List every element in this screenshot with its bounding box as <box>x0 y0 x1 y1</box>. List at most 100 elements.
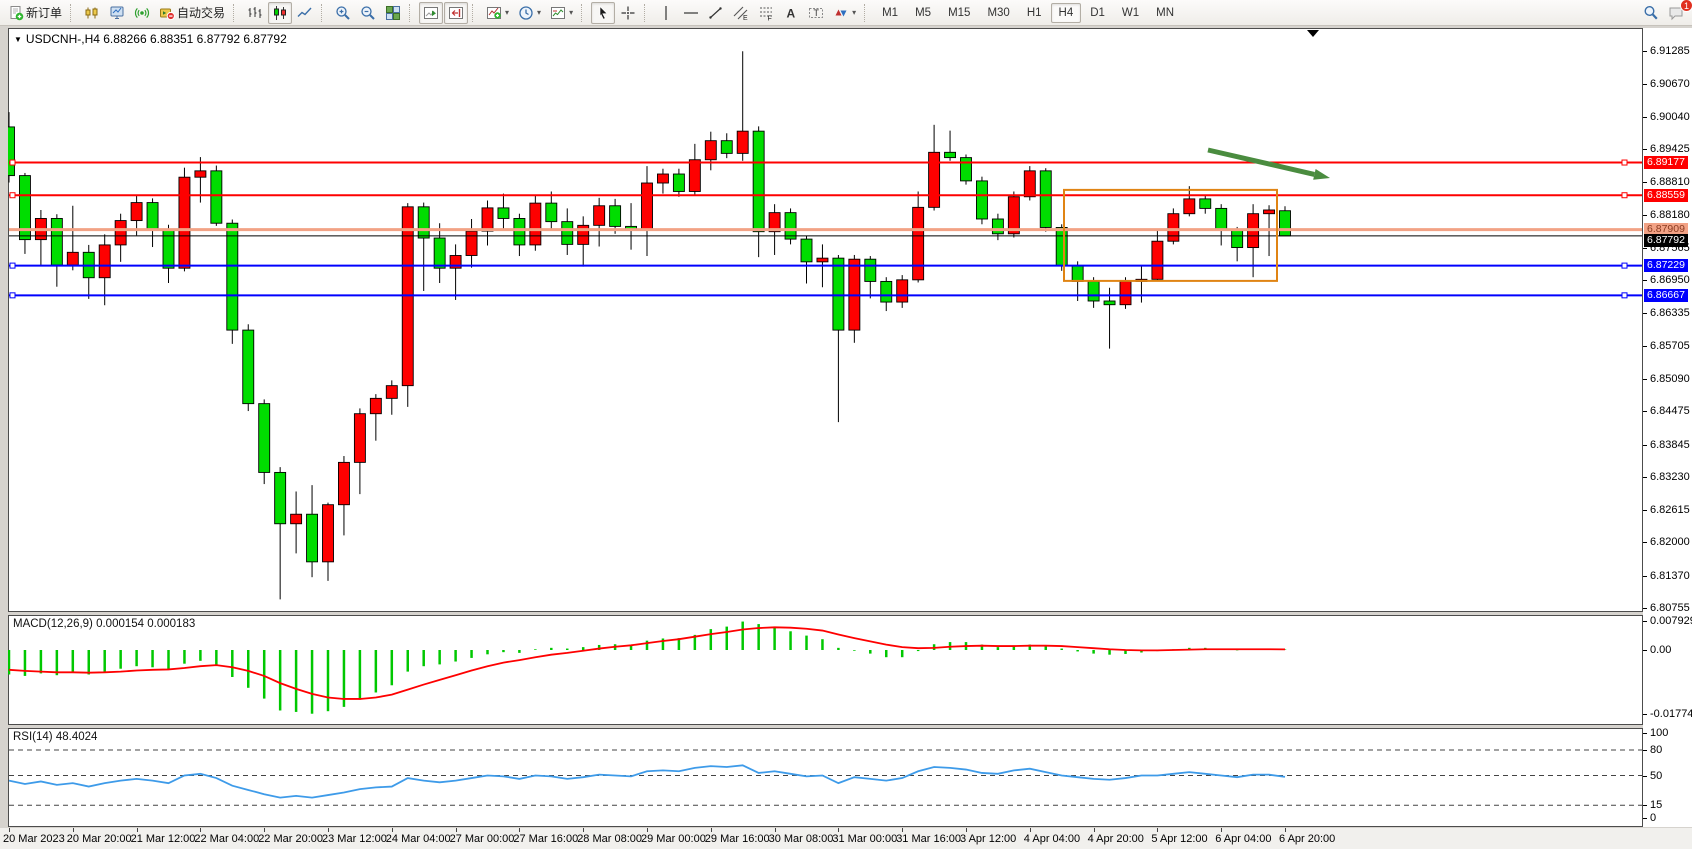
line-handle[interactable] <box>10 293 15 298</box>
timeframe-m15-button[interactable]: M15 <box>940 3 978 23</box>
line-handle[interactable] <box>1622 160 1627 165</box>
auto-scroll-button[interactable] <box>419 2 443 24</box>
price-tick-label: 6.83230 <box>1650 471 1690 483</box>
market-watch-button[interactable] <box>105 2 129 24</box>
templates-icon <box>550 5 566 21</box>
axis-tick <box>1643 248 1647 249</box>
price-tick-label: 6.90040 <box>1650 111 1690 123</box>
bar-chart-button[interactable] <box>243 2 267 24</box>
horizontal-line-button[interactable] <box>679 2 703 24</box>
macd-panel-plot[interactable] <box>8 615 1643 725</box>
chart-shift-button[interactable] <box>444 2 468 24</box>
time-axis-tick <box>1285 828 1286 832</box>
macd-label: MACD(12,26,9) 0.000154 0.000183 <box>13 618 195 630</box>
cursor-button[interactable] <box>591 2 615 24</box>
rsi-panel-plot[interactable] <box>8 728 1643 827</box>
svg-text:A: A <box>787 6 796 20</box>
search-button[interactable] <box>1639 2 1663 24</box>
price-tick-label: 6.86950 <box>1650 274 1690 286</box>
trendline-icon <box>708 5 724 21</box>
vertical-line-button[interactable] <box>654 2 678 24</box>
new-order-button[interactable]: 新订单 <box>4 2 66 24</box>
price-tick-label: 6.82615 <box>1650 504 1690 516</box>
line-handle[interactable] <box>10 193 15 198</box>
time-axis-tick <box>392 828 393 832</box>
signals-icon <box>134 5 150 21</box>
time-tick-label: 22 Mar 20:00 <box>258 833 323 845</box>
trading-terminal: 新订单自动交易▾▾▾EFAT▾M1M5M15M30H1H4D1W1MN1 ▼US… <box>0 0 1692 849</box>
cursor-icon <box>595 5 611 21</box>
axis-tick <box>1643 510 1647 511</box>
ticks-button[interactable] <box>80 2 104 24</box>
vline-icon <box>658 5 674 21</box>
time-tick-label: 27 Mar 00:00 <box>450 833 515 845</box>
indicators-icon <box>486 5 502 21</box>
price-axis[interactable]: 6.912856.906706.900406.894256.888106.881… <box>1643 28 1692 827</box>
chart-title-text: USDCNH-,H4 6.88266 6.88351 6.87792 6.877… <box>26 32 287 46</box>
periods-button[interactable]: ▾ <box>514 2 545 24</box>
signals-button[interactable] <box>130 2 154 24</box>
candlestick <box>1056 224 1067 271</box>
timeframe-m30-button[interactable]: M30 <box>979 3 1017 23</box>
axis-tick <box>1643 576 1647 577</box>
time-axis-tick <box>137 828 138 832</box>
fibonacci-button[interactable]: F <box>754 2 778 24</box>
chart-title-collapse-icon[interactable]: ▼ <box>14 35 22 44</box>
line-handle[interactable] <box>10 263 15 268</box>
timeframe-h1-button[interactable]: H1 <box>1019 3 1050 23</box>
time-tick-label: 5 Apr 12:00 <box>1151 833 1207 845</box>
trendline-button[interactable] <box>704 2 728 24</box>
rsi-value: 48.4024 <box>56 731 98 743</box>
axis-tick <box>1643 280 1647 281</box>
text-label-button[interactable]: T <box>804 2 828 24</box>
candlestick <box>976 177 987 225</box>
line-handle[interactable] <box>1622 193 1627 198</box>
price-tick-label: 6.83845 <box>1650 439 1690 451</box>
zoom-out-icon <box>360 5 376 21</box>
line-handle[interactable] <box>1622 263 1627 268</box>
price-line-label: 6.88559 <box>1644 189 1688 202</box>
macd-tick-label: -0.017743 <box>1650 708 1692 720</box>
time-tick-label: 28 Mar 08:00 <box>577 833 642 845</box>
timeframe-m1-button[interactable]: M1 <box>874 3 906 23</box>
arrows-button[interactable]: ▾ <box>829 2 860 24</box>
zoom-in-icon <box>335 5 351 21</box>
price-tick-label: 6.86335 <box>1650 307 1690 319</box>
channel-icon: E <box>733 5 749 21</box>
market-watch-icon <box>109 5 125 21</box>
indicators-button[interactable]: ▾ <box>482 2 513 24</box>
svg-text:T: T <box>814 8 820 18</box>
time-tick-label: 21 Mar 12:00 <box>131 833 196 845</box>
equidistant-channel-button[interactable]: E <box>729 2 753 24</box>
zoom-in-button[interactable] <box>331 2 355 24</box>
crosshair-button[interactable] <box>616 2 640 24</box>
timeframe-d1-button[interactable]: D1 <box>1082 3 1113 23</box>
timeframe-m5-button[interactable]: M5 <box>907 3 939 23</box>
line-handle[interactable] <box>10 160 15 165</box>
line-handle[interactable] <box>1622 293 1627 298</box>
autotrading-button[interactable]: 自动交易 <box>155 2 229 24</box>
candlestick <box>227 220 238 344</box>
toolbar-separator <box>233 4 239 22</box>
timeframe-h4-button[interactable]: H4 <box>1051 3 1082 23</box>
time-tick-label: 4 Apr 20:00 <box>1088 833 1144 845</box>
line-icon <box>297 5 313 21</box>
timeframe-mn-button[interactable]: MN <box>1148 3 1182 23</box>
zoom-out-button[interactable] <box>356 2 380 24</box>
candlestick-chart-button[interactable] <box>268 2 292 24</box>
candlestick <box>1120 277 1131 309</box>
chat-button[interactable]: 1 <box>1664 2 1688 24</box>
search-icon <box>1643 5 1659 21</box>
time-axis[interactable]: 20 Mar 202320 Mar 20:0021 Mar 12:0022 Ma… <box>0 827 1692 849</box>
main-toolbar: 新订单自动交易▾▾▾EFAT▾M1M5M15M30H1H4D1W1MN1 <box>0 0 1692 26</box>
text-button[interactable]: A <box>779 2 803 24</box>
templates-button[interactable]: ▾ <box>546 2 577 24</box>
main-chart-plot[interactable] <box>8 28 1643 612</box>
axis-tick <box>1643 477 1647 478</box>
time-tick-label: 3 Apr 12:00 <box>960 833 1016 845</box>
tile-windows-button[interactable] <box>381 2 405 24</box>
rsi-tick-label: 15 <box>1650 799 1662 811</box>
time-axis-tick <box>200 828 201 832</box>
line-chart-button[interactable] <box>293 2 317 24</box>
timeframe-w1-button[interactable]: W1 <box>1114 3 1147 23</box>
